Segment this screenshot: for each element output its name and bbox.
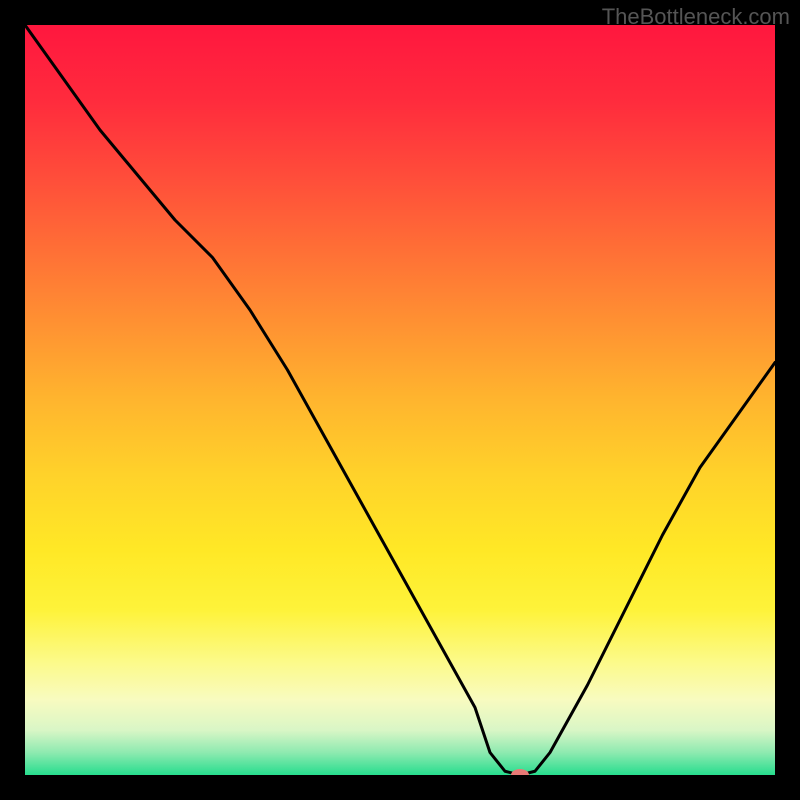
bottleneck-chart xyxy=(25,25,775,775)
gradient-background xyxy=(25,25,775,775)
chart-svg xyxy=(25,25,775,775)
watermark-text: TheBottleneck.com xyxy=(602,4,790,30)
